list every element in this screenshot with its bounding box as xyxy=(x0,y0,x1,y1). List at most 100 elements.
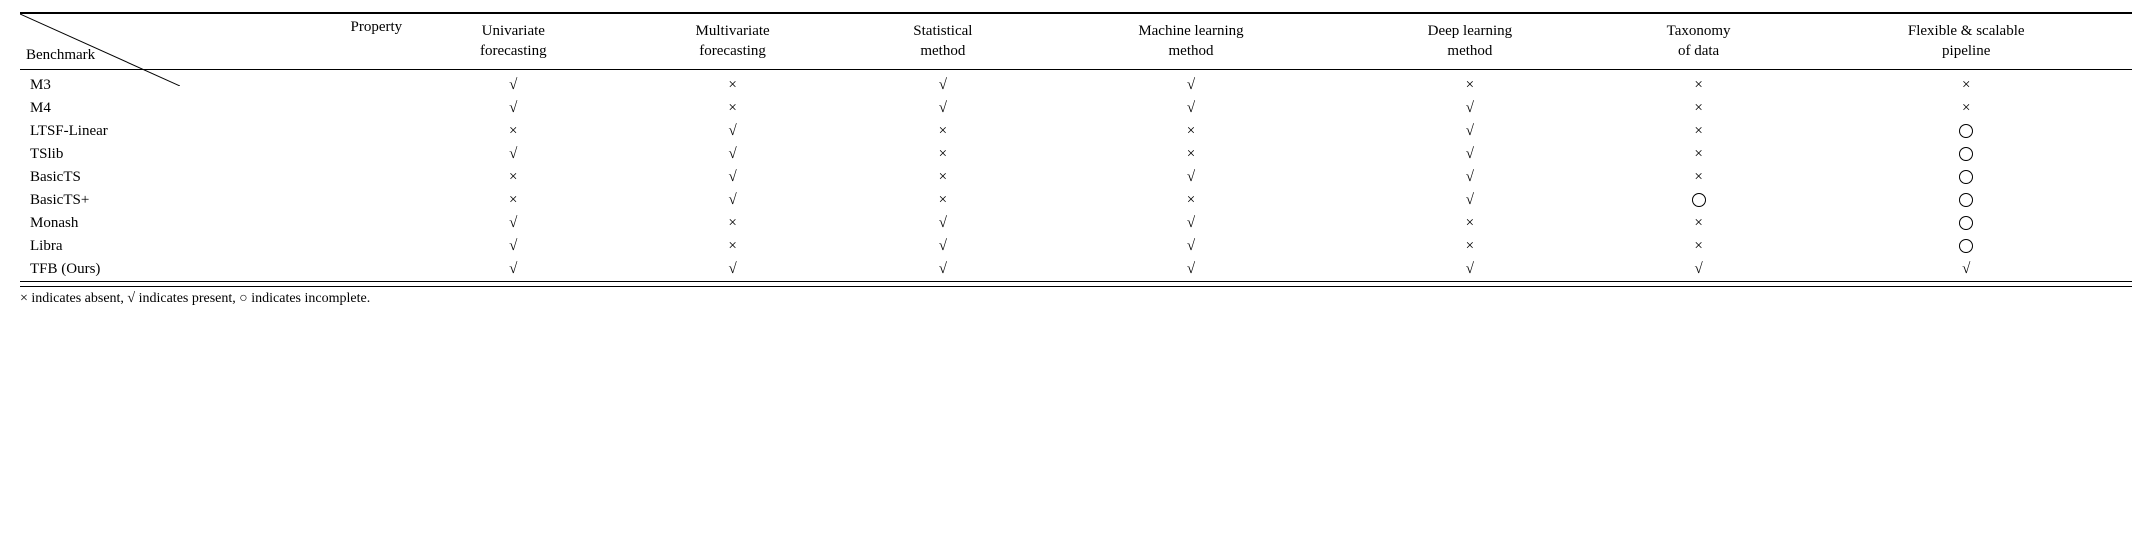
cell-dl: × xyxy=(1343,235,1597,258)
cross-symbol: × xyxy=(939,192,947,208)
cross-symbol: × xyxy=(1187,146,1195,162)
cell-ml: √ xyxy=(1039,212,1343,235)
cell-dl: √ xyxy=(1343,143,1597,166)
cross-symbol: × xyxy=(1187,192,1195,208)
check-symbol: √ xyxy=(509,215,517,231)
cell-statistical: √ xyxy=(847,74,1039,97)
cell-taxonomy: × xyxy=(1597,166,1801,189)
check-symbol: √ xyxy=(509,100,517,116)
header-flexible: Flexible & scalablepipeline xyxy=(1800,13,2132,70)
circle-symbol xyxy=(1959,124,1973,138)
cell-statistical: √ xyxy=(847,258,1039,282)
cross-symbol: × xyxy=(939,146,947,162)
cell-univariate: √ xyxy=(408,143,618,166)
cross-symbol: × xyxy=(1694,123,1702,139)
cell-flexible: × xyxy=(1800,97,2132,120)
cross-symbol: × xyxy=(1962,100,1970,116)
cross-symbol: × xyxy=(728,238,736,254)
cell-taxonomy: × xyxy=(1597,212,1801,235)
cell-taxonomy xyxy=(1597,189,1801,212)
table-wrapper: Property Benchmark Univariateforecasting… xyxy=(20,12,2132,307)
cross-symbol: × xyxy=(509,192,517,208)
circle-symbol xyxy=(1959,193,1973,207)
circle-symbol xyxy=(1959,147,1973,161)
check-symbol: √ xyxy=(1187,169,1195,185)
cell-statistical: × xyxy=(847,189,1039,212)
check-symbol: √ xyxy=(939,238,947,254)
cell-flexible: √ xyxy=(1800,258,2132,282)
check-symbol: √ xyxy=(1187,238,1195,254)
circle-symbol xyxy=(1959,239,1973,253)
table-row: TFB (Ours)√√√√√√√ xyxy=(20,258,2132,282)
cell-statistical: √ xyxy=(847,97,1039,120)
cell-flexible xyxy=(1800,212,2132,235)
check-symbol: √ xyxy=(1466,146,1474,162)
check-symbol: √ xyxy=(509,261,517,277)
cell-statistical: × xyxy=(847,143,1039,166)
cell-univariate: × xyxy=(408,120,618,143)
cross-symbol: × xyxy=(1962,77,1970,93)
check-symbol: √ xyxy=(939,261,947,277)
cross-symbol: × xyxy=(1466,238,1474,254)
cell-benchmark: M3 xyxy=(20,74,408,97)
cell-dl: × xyxy=(1343,212,1597,235)
cell-dl: √ xyxy=(1343,189,1597,212)
check-symbol: √ xyxy=(1187,261,1195,277)
check-symbol: √ xyxy=(1694,261,1702,277)
cell-statistical: × xyxy=(847,120,1039,143)
table-row: Monash√×√√×× xyxy=(20,212,2132,235)
cell-ml: √ xyxy=(1039,235,1343,258)
cell-dl: √ xyxy=(1343,166,1597,189)
cell-univariate: √ xyxy=(408,74,618,97)
check-symbol: √ xyxy=(728,146,736,162)
cell-univariate: √ xyxy=(408,212,618,235)
cell-flexible xyxy=(1800,120,2132,143)
cell-dl: √ xyxy=(1343,258,1597,282)
cell-ml: √ xyxy=(1039,258,1343,282)
check-symbol: √ xyxy=(509,238,517,254)
cell-flexible xyxy=(1800,189,2132,212)
cross-symbol: × xyxy=(1466,77,1474,93)
cross-symbol: × xyxy=(1466,215,1474,231)
cell-dl: √ xyxy=(1343,120,1597,143)
cell-multivariate: × xyxy=(618,212,846,235)
check-symbol: √ xyxy=(1187,215,1195,231)
cell-multivariate: × xyxy=(618,235,846,258)
check-symbol: √ xyxy=(728,261,736,277)
table-row: Libra√×√√×× xyxy=(20,235,2132,258)
check-symbol: √ xyxy=(1466,169,1474,185)
cross-symbol: × xyxy=(728,215,736,231)
circle-symbol xyxy=(1959,170,1973,184)
cell-multivariate: √ xyxy=(618,189,846,212)
cell-statistical: √ xyxy=(847,235,1039,258)
cell-multivariate: √ xyxy=(618,166,846,189)
check-symbol: √ xyxy=(1466,192,1474,208)
cell-taxonomy: × xyxy=(1597,74,1801,97)
cell-multivariate: √ xyxy=(618,143,846,166)
cell-multivariate: × xyxy=(618,97,846,120)
cross-symbol: × xyxy=(509,123,517,139)
cell-multivariate: √ xyxy=(618,120,846,143)
cell-statistical: × xyxy=(847,166,1039,189)
table-body: M3√×√√×××M4√×√√√××LTSF-Linear×√××√×TSlib… xyxy=(20,74,2132,282)
check-symbol: √ xyxy=(1466,100,1474,116)
cross-symbol: × xyxy=(1694,169,1702,185)
cell-ml: × xyxy=(1039,143,1343,166)
check-symbol: √ xyxy=(728,192,736,208)
cell-benchmark: Monash xyxy=(20,212,408,235)
cell-benchmark: Libra xyxy=(20,235,408,258)
cell-benchmark: LTSF-Linear xyxy=(20,120,408,143)
circle-symbol xyxy=(1692,193,1706,207)
cell-taxonomy: √ xyxy=(1597,258,1801,282)
cell-flexible: × xyxy=(1800,74,2132,97)
table-row: TSlib√√××√× xyxy=(20,143,2132,166)
cell-univariate: √ xyxy=(408,97,618,120)
cell-benchmark: TSlib xyxy=(20,143,408,166)
table-header-row: Property Benchmark Univariateforecasting… xyxy=(20,13,2132,70)
cross-symbol: × xyxy=(1187,123,1195,139)
cell-ml: × xyxy=(1039,189,1343,212)
cross-symbol: × xyxy=(1694,215,1702,231)
check-symbol: √ xyxy=(1962,261,1970,277)
cell-benchmark: BasicTS xyxy=(20,166,408,189)
table-row: LTSF-Linear×√××√× xyxy=(20,120,2132,143)
